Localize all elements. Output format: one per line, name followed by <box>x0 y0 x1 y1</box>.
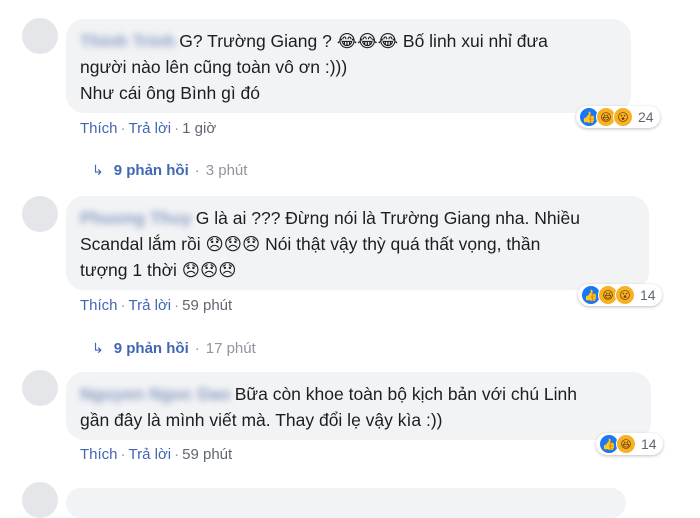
like-link[interactable]: Thích <box>80 446 118 463</box>
comment-line: Như cái ông Bình gì đó <box>80 83 261 103</box>
comment-actions: Thích · Trả lời · 59 phút <box>80 297 233 314</box>
comment-time[interactable]: 59 phút <box>182 446 232 463</box>
comment-line: Scandal lắm rồi 😞😞😞 Nói thật vậy thỳ quá… <box>80 234 541 254</box>
replies-count[interactable]: 9 phản hồi <box>114 340 189 357</box>
wow-icon: 😮 <box>613 107 633 127</box>
comment-bubble: Phuong Thuy G là ai ??? Đừng nói là Trườn… <box>66 196 649 290</box>
comment-author[interactable]: Phuong Thuy <box>80 205 192 231</box>
comment-author[interactable]: Thinh Trinh <box>80 28 175 54</box>
comment-line: người nào lên cũng toàn vô ơn :))) <box>80 57 348 77</box>
view-replies[interactable]: ↳ 9 phản hồi · 3 phút <box>92 162 247 179</box>
comment-bubble: Nguyen Ngoc Dao Bữa còn khoe toàn bộ kịch… <box>66 372 651 440</box>
avatar[interactable] <box>22 196 58 232</box>
comment-time[interactable]: 1 giờ <box>182 120 216 137</box>
replies-time: 3 phút <box>205 162 248 179</box>
comment-line: Thinh Trinh G? Trường Giang ? 😂😂😂 Bố linh… <box>80 28 617 54</box>
reply-link[interactable]: Trả lời <box>129 446 172 463</box>
replies-time: 17 phút <box>205 340 256 357</box>
reaction-count: 24 <box>638 109 654 125</box>
reaction-summary[interactable]: 👍 😆 😮 14 <box>578 284 662 306</box>
avatar[interactable] <box>22 482 58 518</box>
reply-link[interactable]: Trả lời <box>129 120 172 137</box>
reaction-summary[interactable]: 👍 😆 😮 24 <box>576 106 660 128</box>
reply-arrow-icon: ↳ <box>92 340 104 356</box>
avatar[interactable] <box>22 370 58 406</box>
reply-link[interactable]: Trả lời <box>129 297 172 314</box>
replies-count[interactable]: 9 phản hồi <box>114 162 189 179</box>
comment-line: tượng 1 thời 😞😞😞 <box>80 260 237 280</box>
comment-actions: Thích · Trả lời · 1 giờ <box>80 120 217 137</box>
wow-icon: 😮 <box>615 285 635 305</box>
comment-bubble: Thinh Trinh G? Trường Giang ? 😂😂😂 Bố linh… <box>66 19 631 113</box>
comment-time[interactable]: 59 phút <box>182 297 232 314</box>
reaction-summary[interactable]: 👍 😆 14 <box>596 433 663 455</box>
reaction-count: 14 <box>640 287 656 303</box>
haha-icon: 😆 <box>616 434 636 454</box>
comment-author[interactable]: Nguyen Ngoc Dao <box>80 381 231 407</box>
comment-line: Nguyen Ngoc Dao Bữa còn khoe toàn bộ kịch… <box>80 381 637 407</box>
reaction-count: 14 <box>641 436 657 452</box>
comment-line: Phuong Thuy G là ai ??? Đừng nói là Trườn… <box>80 205 635 231</box>
avatar[interactable] <box>22 18 58 54</box>
view-replies[interactable]: ↳ 9 phản hồi · 17 phút <box>92 340 256 357</box>
like-link[interactable]: Thích <box>80 297 118 314</box>
reply-arrow-icon: ↳ <box>92 162 104 178</box>
comment-line: gần đây là mình viết mà. Thay đổi lẹ vậy… <box>80 410 443 430</box>
comment-actions: Thích · Trả lời · 59 phút <box>80 446 233 463</box>
like-link[interactable]: Thích <box>80 120 118 137</box>
